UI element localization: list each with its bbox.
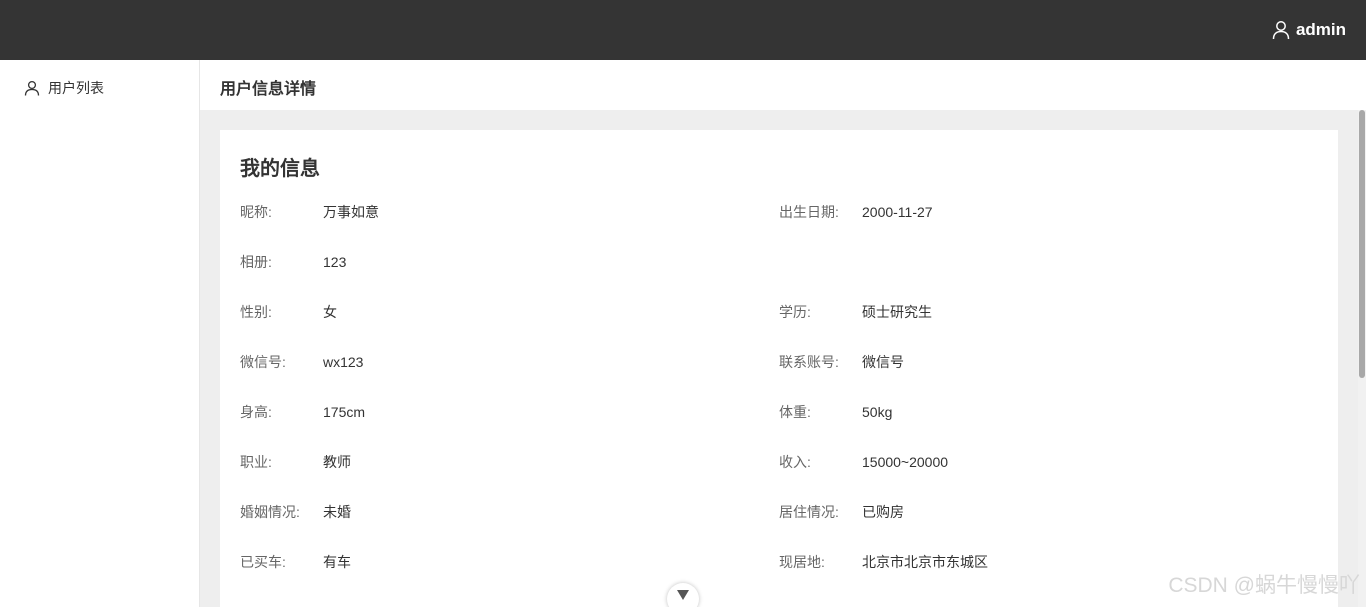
vertical-scrollbar[interactable] <box>1358 110 1366 607</box>
field-label: 居住情况: <box>779 504 839 520</box>
field-album: 相册: 123 <box>240 252 346 272</box>
field-value: 万事如意 <box>323 204 379 220</box>
sidebar: 用户列表 <box>0 60 200 607</box>
field-value: 175cm <box>323 404 366 420</box>
field-label: 现居地: <box>779 554 825 570</box>
field-value: 未婚 <box>323 504 351 520</box>
field-value: 女 <box>323 304 337 320</box>
top-navigation-bar: admin <box>0 0 1366 60</box>
field-value: 教师 <box>323 454 351 470</box>
field-value: 有车 <box>323 554 351 570</box>
sidebar-item-label: 用户列表 <box>48 80 104 96</box>
page-title: 用户信息详情 <box>220 81 317 98</box>
scroll-down-button[interactable] <box>667 583 699 607</box>
field-label: 学历: <box>779 304 811 320</box>
info-card: 我的信息 昵称: 万事如意 出生日期: 2000-11-27 相册: 123 性… <box>220 130 1338 607</box>
sidebar-item-user-list[interactable]: 用户列表 <box>24 78 104 98</box>
user-icon <box>24 80 40 96</box>
field-birth-date: 出生日期: 2000-11-27 <box>779 202 933 222</box>
field-gender: 性别: 女 <box>240 302 337 322</box>
field-label: 收入: <box>779 454 811 470</box>
field-income: 收入: 15000~20000 <box>779 452 948 472</box>
field-weight: 体重: 50kg <box>779 402 892 422</box>
field-housing-status: 居住情况: 已购房 <box>779 502 904 522</box>
field-value: 50kg <box>862 404 893 420</box>
scrollbar-thumb[interactable] <box>1359 110 1365 378</box>
user-menu[interactable]: admin <box>1272 16 1346 44</box>
field-label: 相册: <box>240 254 272 270</box>
field-wechat-id: 微信号: wx123 <box>240 352 363 372</box>
field-occupation: 职业: 教师 <box>240 452 351 472</box>
field-height: 身高: 175cm <box>240 402 365 422</box>
card-title: 我的信息 <box>240 158 320 180</box>
field-label: 体重: <box>779 404 811 420</box>
field-label: 微信号: <box>240 354 286 370</box>
field-value: 已购房 <box>862 504 904 520</box>
field-residence: 现居地: 北京市北京市东城区 <box>779 552 988 572</box>
field-contact-account: 联系账号: 微信号 <box>779 352 904 372</box>
field-value: 硕士研究生 <box>862 304 932 320</box>
field-value: 123 <box>323 254 347 270</box>
watermark: CSDN @蜗牛慢慢吖 <box>1168 574 1360 597</box>
field-label: 出生日期: <box>779 204 839 220</box>
field-value: 微信号 <box>862 354 904 370</box>
page-header: 用户信息详情 <box>200 60 1366 110</box>
field-nickname: 昵称: 万事如意 <box>240 202 379 222</box>
field-label: 昵称: <box>240 204 272 220</box>
chevron-down-icon <box>677 590 689 600</box>
field-label: 身高: <box>240 404 272 420</box>
field-label: 性别: <box>240 304 272 320</box>
field-value: 北京市北京市东城区 <box>862 554 988 570</box>
username-label: admin <box>1295 20 1346 39</box>
field-marital-status: 婚姻情况: 未婚 <box>240 502 351 522</box>
field-value: wx123 <box>323 354 364 370</box>
field-car-owned: 已买车: 有车 <box>240 552 351 572</box>
field-value: 2000-11-27 <box>862 204 933 220</box>
field-value: 15000~20000 <box>862 454 949 470</box>
field-label: 已买车: <box>240 554 286 570</box>
field-label: 职业: <box>240 454 272 470</box>
main-content: 用户信息详情 我的信息 昵称: 万事如意 出生日期: 2000-11-27 相册… <box>200 60 1366 607</box>
field-label: 联系账号: <box>779 354 839 370</box>
user-icon <box>1272 20 1290 40</box>
field-label: 婚姻情况: <box>240 504 300 520</box>
field-education: 学历: 硕士研究生 <box>779 302 932 322</box>
